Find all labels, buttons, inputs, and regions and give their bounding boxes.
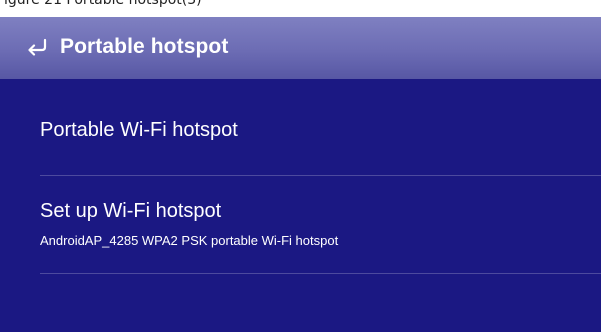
preference-list: Portable Wi-Fi hotspot Set up Wi-Fi hots… xyxy=(0,79,601,274)
pref-summary-set-up-wifi-hotspot: AndroidAP_4285 WPA2 PSK portable Wi-Fi h… xyxy=(40,233,339,248)
back-button[interactable] xyxy=(24,35,48,59)
portable-wifi-hotspot-item[interactable]: Portable Wi-Fi hotspot xyxy=(0,79,601,176)
divider xyxy=(40,273,601,274)
pref-title-set-up-wifi-hotspot: Set up Wi-Fi hotspot xyxy=(40,200,222,222)
page-title: Portable hotspot xyxy=(60,35,229,58)
back-arrow-icon xyxy=(28,38,47,56)
action-bar: Portable hotspot xyxy=(0,17,601,79)
pref-title-portable-wifi-hotspot: Portable Wi-Fi hotspot xyxy=(40,119,238,141)
settings-screen: Portable hotspot Portable Wi-Fi hotspot … xyxy=(0,17,601,332)
clipped-caption: igure 21 Portable hotspot(3) xyxy=(4,0,202,8)
set-up-wifi-hotspot-item[interactable]: Set up Wi-Fi hotspot AndroidAP_4285 WPA2… xyxy=(0,176,601,274)
